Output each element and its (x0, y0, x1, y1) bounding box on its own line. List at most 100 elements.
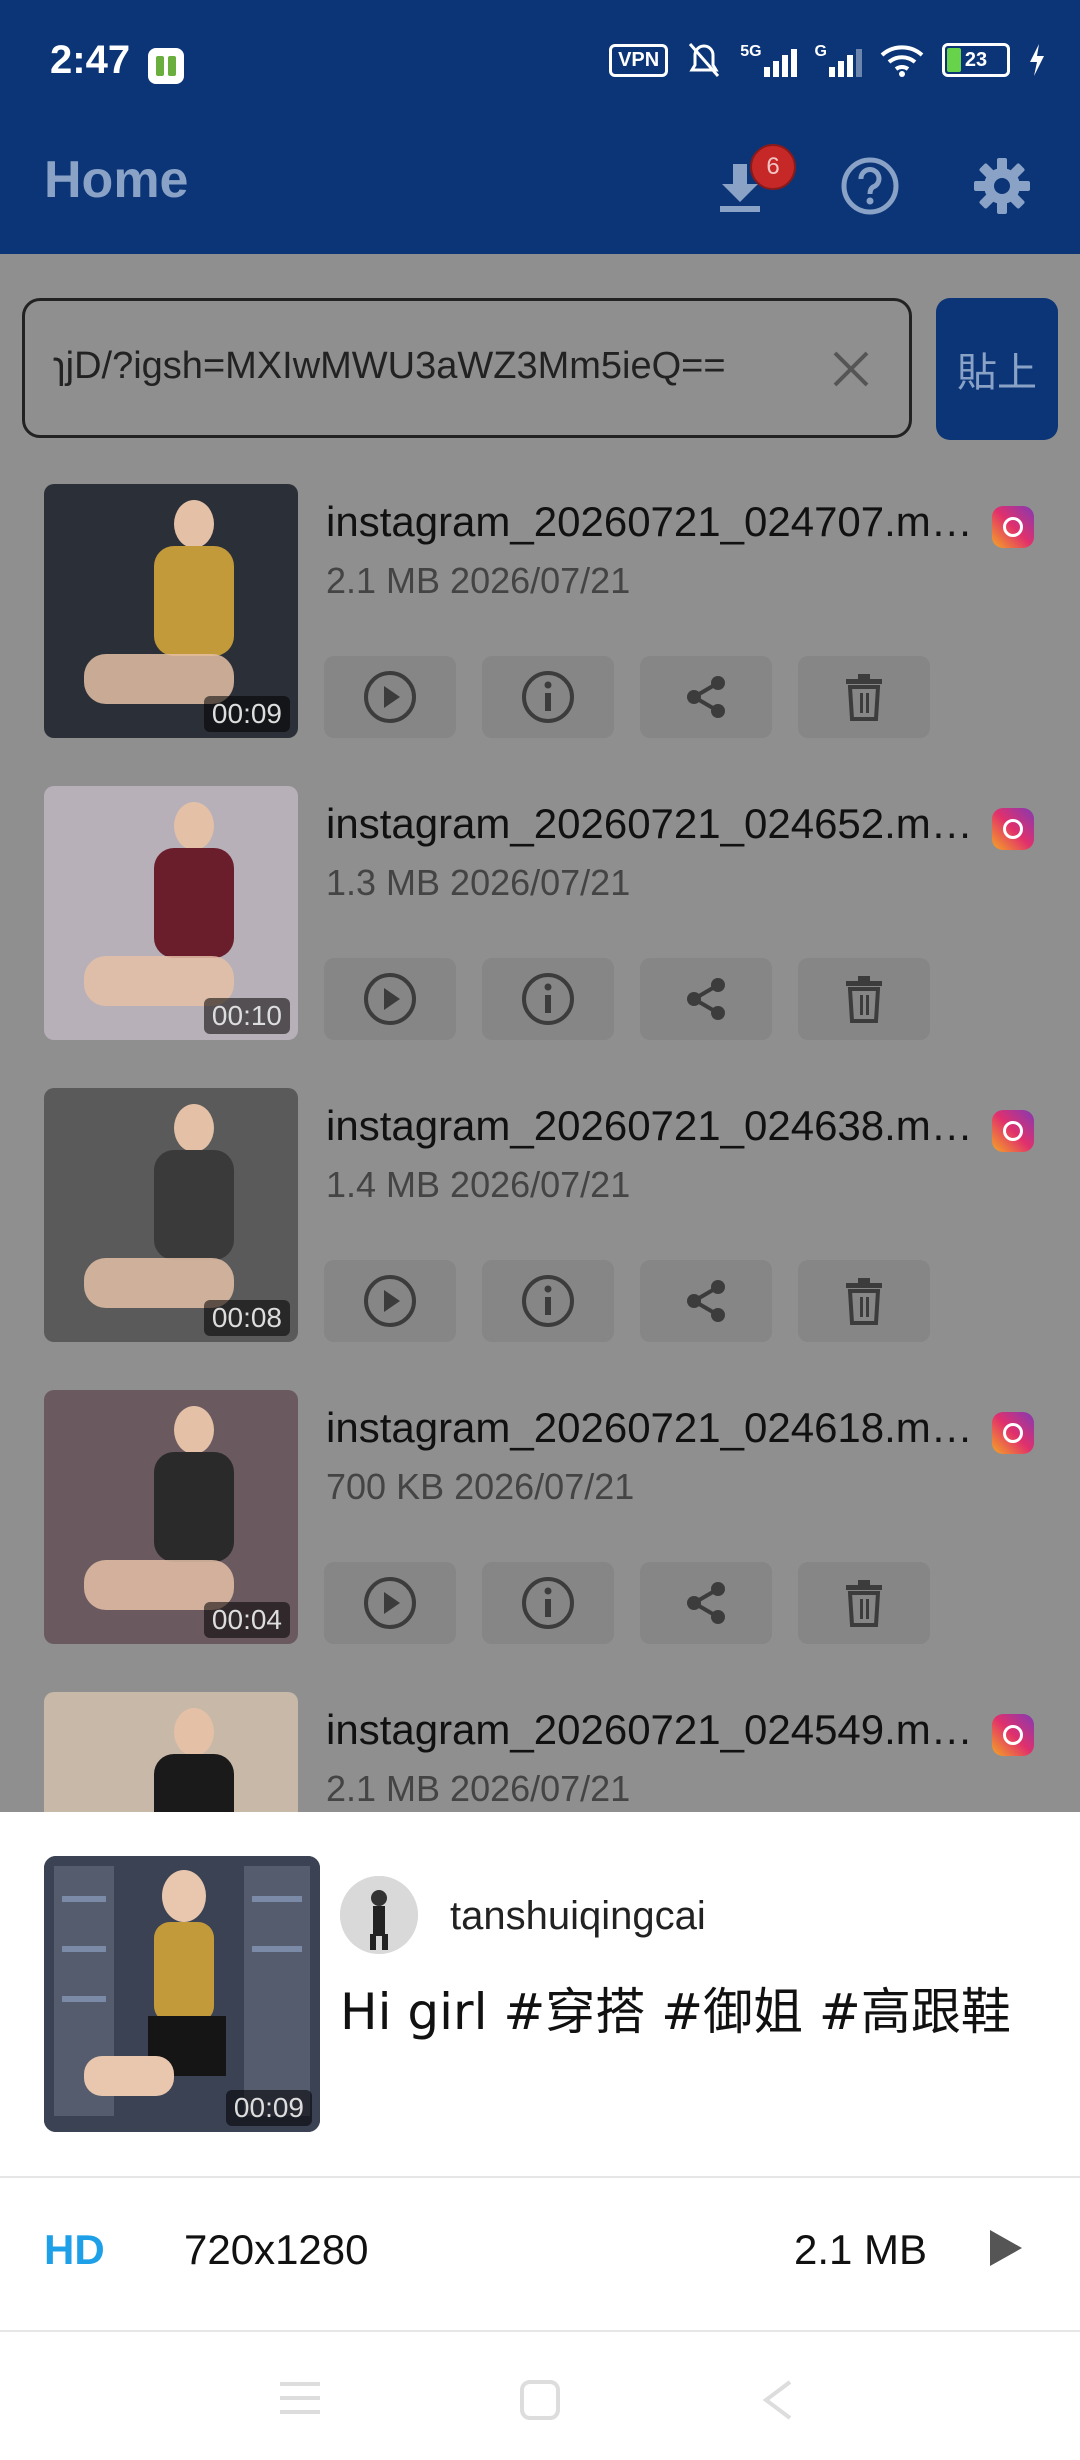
charging-icon (1030, 44, 1044, 76)
resolution-label: 720x1280 (184, 2226, 369, 2273)
vpn-icon: VPN (609, 43, 669, 77)
info-button[interactable] (482, 1562, 614, 1644)
url-input[interactable]: ɿjD/?igsh=MXIwMWU3aWZ3Mm5ieQ== (22, 298, 912, 438)
paste-button[interactable]: 貼上 (936, 298, 1058, 440)
instagram-icon (992, 1714, 1034, 1756)
share-button[interactable] (640, 1260, 772, 1342)
video-duration: 00:08 (203, 1300, 290, 1336)
file-name: instagram_20260721_024549.mp4 (326, 1706, 976, 1753)
file-name: instagram_20260721_024707.mp4 (326, 498, 976, 545)
file-name: instagram_20260721_024638.mp4 (326, 1102, 976, 1149)
divider (0, 2176, 1080, 2178)
info-button[interactable] (482, 656, 614, 738)
file-name: instagram_20260721_024618.mp4 (326, 1404, 976, 1451)
info-icon (522, 1577, 574, 1629)
info-icon (522, 671, 574, 723)
video-thumbnail[interactable]: 00:09 (44, 484, 298, 738)
instagram-icon (992, 1412, 1034, 1454)
back-icon[interactable] (760, 2378, 796, 2422)
list-item[interactable]: 00:10 instagram_20260721_024652.mp4 1.3 … (0, 786, 1080, 1086)
file-meta: 1.4 MB 2026/07/21 (326, 1164, 631, 1205)
share-icon (687, 676, 725, 718)
file-meta: 2.1 MB 2026/07/21 (326, 1768, 631, 1809)
page-title: Home (44, 151, 189, 209)
list-item[interactable]: 00:08 instagram_20260721_024638.mp4 1.4 … (0, 1088, 1080, 1388)
trash-icon (846, 674, 882, 721)
list-item[interactable]: 00:09 instagram_20260721_024707.mp4 2.1 … (0, 484, 1080, 784)
delete-button[interactable] (798, 958, 930, 1040)
info-button[interactable] (482, 1260, 614, 1342)
mute-bell-icon (689, 43, 720, 77)
file-meta: 700 KB 2026/07/21 (326, 1466, 635, 1507)
help-button[interactable] (830, 146, 910, 226)
video-duration: 00:04 (203, 1602, 290, 1638)
play-button[interactable] (324, 958, 456, 1040)
trash-icon (846, 1580, 882, 1627)
item-actions (324, 958, 930, 1040)
list-item[interactable]: 00:04 instagram_20260721_024618.mp4 700 … (0, 1390, 1080, 1690)
trash-icon (846, 976, 882, 1023)
quality-label: HD (44, 2226, 105, 2273)
status-bar: 2:47 VPN 5G G 23 (0, 0, 1080, 136)
info-icon (522, 1275, 574, 1327)
play-button[interactable] (324, 1562, 456, 1644)
play-icon (364, 1577, 416, 1629)
avatar (340, 1876, 418, 1954)
battery-icon: 23 (942, 43, 1010, 77)
video-duration: 00:10 (203, 998, 290, 1034)
video-thumbnail[interactable]: 00:08 (44, 1088, 298, 1342)
item-actions (324, 656, 930, 738)
settings-button[interactable] (962, 146, 1042, 226)
share-icon (687, 1280, 725, 1322)
play-icon (364, 671, 416, 723)
file-meta: 1.3 MB 2026/07/21 (326, 862, 631, 903)
play-icon (364, 1275, 416, 1327)
file-name: instagram_20260721_024652.mp4 (326, 800, 976, 847)
settings-icon (974, 158, 1030, 214)
file-meta: 2.1 MB 2026/07/21 (326, 560, 631, 601)
share-icon (687, 978, 725, 1020)
status-time: 2:47 (50, 38, 131, 82)
home-icon[interactable] (518, 2378, 562, 2422)
share-button[interactable] (640, 958, 772, 1040)
info-button[interactable] (482, 958, 614, 1040)
play-button[interactable] (324, 1260, 456, 1342)
play-arrow-icon[interactable] (990, 2230, 1022, 2266)
video-duration: 00:09 (203, 696, 290, 732)
play-button[interactable] (324, 656, 456, 738)
post-caption: Hi girl #穿搭 #御姐 #高跟鞋 (340, 1983, 1011, 2041)
sheet-duration: 00:09 (225, 2090, 312, 2126)
share-button[interactable] (640, 1562, 772, 1644)
delete-button[interactable] (798, 1260, 930, 1342)
username: tanshuiqingcai (450, 1894, 706, 1938)
url-value: ɿjD/?igsh=MXIwMWU3aWZ3Mm5ieQ== (53, 345, 726, 387)
wifi-icon (880, 45, 924, 77)
menu-icon[interactable] (278, 2378, 322, 2418)
trash-icon (846, 1278, 882, 1325)
item-actions (324, 1562, 930, 1644)
signal-g-icon: G (815, 43, 862, 77)
info-icon (522, 973, 574, 1025)
status-icons: VPN 5G G 23 (609, 40, 1046, 80)
play-icon (364, 973, 416, 1025)
divider (0, 2330, 1080, 2332)
signal-5g-icon: 5G (740, 43, 797, 77)
instagram-icon (992, 1110, 1034, 1152)
clear-icon[interactable] (821, 339, 881, 399)
downloads-button[interactable]: 6 (700, 144, 796, 226)
system-nav-bar (0, 2334, 1080, 2460)
download-count-badge: 6 (750, 144, 796, 190)
share-button[interactable] (640, 656, 772, 738)
instagram-icon (992, 808, 1034, 850)
app-bar: Home 6 (0, 136, 1080, 254)
share-icon (687, 1582, 725, 1624)
sheet-thumbnail: 00:09 (44, 1856, 320, 2132)
help-icon (841, 157, 899, 215)
instagram-icon (992, 506, 1034, 548)
app-notification-icon (148, 48, 184, 84)
video-thumbnail[interactable]: 00:10 (44, 786, 298, 1040)
item-actions (324, 1260, 930, 1342)
video-thumbnail[interactable]: 00:04 (44, 1390, 298, 1644)
delete-button[interactable] (798, 656, 930, 738)
delete-button[interactable] (798, 1562, 930, 1644)
